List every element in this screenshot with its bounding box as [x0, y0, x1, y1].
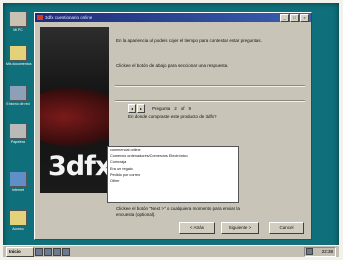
footer-text: Clickee el botón "Next >" o cualquiera m…	[116, 206, 240, 217]
question-text: En donde compraste este producto de 3dfx…	[128, 114, 217, 119]
question-navigator: ◂ ▸ Pregunta 2 of 9	[128, 104, 191, 113]
banner-graphic	[40, 87, 109, 147]
question-total: 9	[188, 106, 192, 111]
desktop-icon-label: Mi PC	[13, 28, 23, 32]
quicklaunch-ie-icon[interactable]	[35, 248, 43, 256]
question-counter: Pregunta 2 of 9	[152, 106, 191, 111]
quicklaunch-desktop-icon[interactable]	[53, 248, 61, 256]
desktop-icon-label: Papelera	[10, 140, 25, 144]
dialog-titlebar[interactable]: 3dfx cuestionario online _ □ ×	[35, 13, 311, 22]
desktop-icon-documents[interactable]: Mis documentos	[6, 45, 32, 66]
quicklaunch-email-icon[interactable]	[44, 248, 52, 256]
minimize-button[interactable]: _	[280, 14, 289, 22]
desktop-icon-internet[interactable]: Internet	[6, 171, 30, 192]
intro-text: En la apariencia ul podeis cojer el tiem…	[116, 38, 262, 43]
globe-icon	[9, 171, 27, 187]
app-icon	[37, 15, 43, 20]
desktop-icon-label: Internet	[12, 188, 24, 192]
maximize-button[interactable]: □	[290, 14, 299, 22]
answer-list[interactable]: commercial online Comercio ordenadores/C…	[107, 146, 239, 203]
side-banner: 3dfx	[40, 27, 109, 193]
previous-question-button[interactable]: ◂	[128, 104, 136, 113]
recycle-bin-icon	[9, 123, 27, 139]
cancel-button[interactable]: Cancel	[269, 222, 304, 234]
answer-option[interactable]: Other	[108, 178, 238, 184]
quicklaunch-channels-icon[interactable]	[62, 248, 70, 256]
question-label: Pregunta	[152, 106, 171, 111]
next-question-button[interactable]: ▸	[137, 104, 145, 113]
close-button[interactable]: ×	[300, 14, 309, 22]
system-clock[interactable]: 22:38	[304, 247, 336, 257]
instruction-text: Clickee el botón de abajo para seccionar…	[116, 63, 229, 68]
next-button[interactable]: Siguiente >	[221, 222, 259, 234]
monitor-screen: Mi PC Mis documentos Entorno de red Pape…	[3, 3, 339, 257]
desktop-icon-my-computer[interactable]: Mi PC	[6, 11, 30, 32]
window-controls: _ □ ×	[280, 14, 309, 22]
3dfx-logo: 3dfx	[48, 151, 109, 182]
desktop-icon-label: Entorno de red	[6, 102, 30, 106]
desktop-icon-label: Acceso	[12, 227, 24, 231]
desktop-icon-folder[interactable]: Acceso	[6, 210, 30, 231]
divider	[115, 85, 305, 87]
desktop-icon-label: Mis documentos	[6, 62, 32, 66]
folder-icon	[9, 45, 27, 61]
folder-icon	[9, 210, 27, 226]
question-of: of	[180, 106, 185, 111]
question-number: 2	[174, 106, 177, 111]
divider	[115, 100, 305, 102]
back-button[interactable]: < Atrás	[179, 222, 215, 234]
survey-dialog: 3dfx cuestionario online _ □ × 3dfx En l…	[34, 12, 312, 240]
desktop-icon-network[interactable]: Entorno de red	[6, 85, 30, 106]
network-icon	[9, 85, 27, 101]
dialog-title: 3dfx cuestionario online	[45, 15, 93, 20]
desktop-icon-recycle-bin[interactable]: Papelera	[6, 123, 30, 144]
taskbar: Inicio 22:38	[3, 245, 339, 257]
start-button[interactable]: Inicio	[6, 247, 34, 257]
computer-icon	[9, 11, 27, 27]
